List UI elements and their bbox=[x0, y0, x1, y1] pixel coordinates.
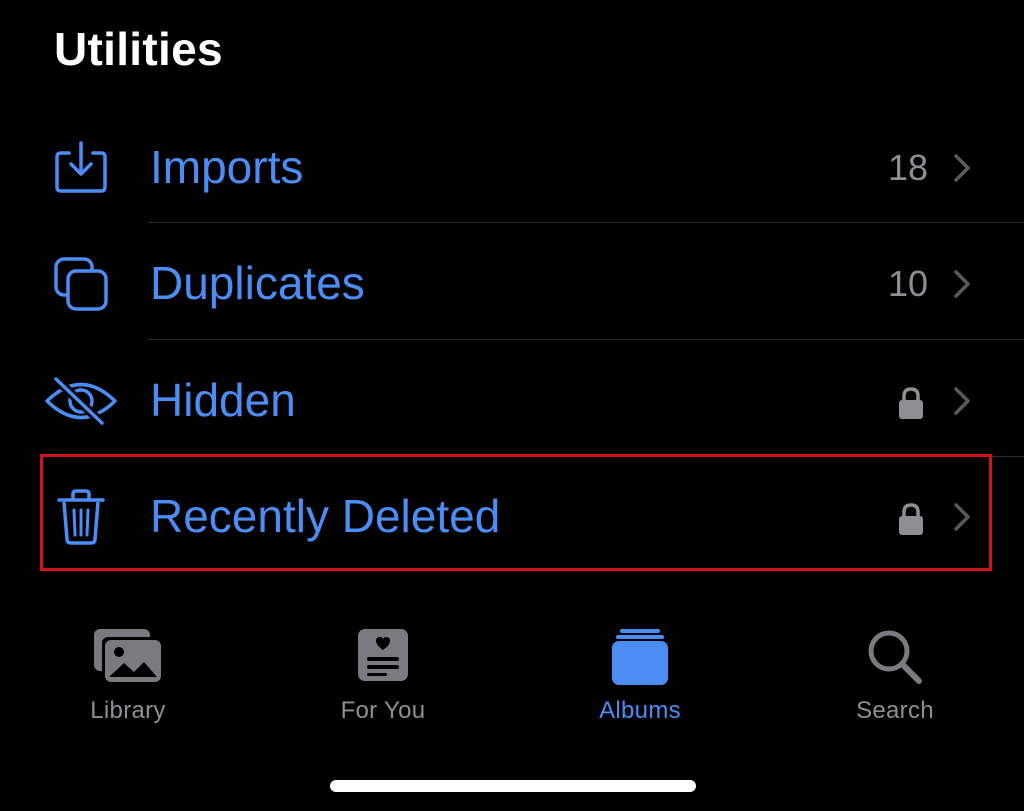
tab-label: For You bbox=[340, 697, 426, 724]
row-label: Imports bbox=[150, 141, 304, 193]
utility-row-duplicates[interactable]: Duplicates 10 bbox=[0, 225, 1024, 342]
tab-search[interactable]: Search bbox=[795, 615, 995, 745]
chevron-right-icon bbox=[952, 269, 972, 299]
eye-slash-icon bbox=[44, 364, 118, 438]
import-tray-icon bbox=[44, 131, 118, 205]
for-you-icon bbox=[356, 627, 410, 688]
row-count: 18 bbox=[887, 147, 928, 188]
tab-albums[interactable]: Albums bbox=[540, 615, 740, 745]
lock-icon bbox=[896, 386, 926, 420]
row-count: 10 bbox=[887, 263, 928, 304]
albums-icon bbox=[610, 627, 670, 692]
highlight-box bbox=[40, 454, 992, 571]
search-icon bbox=[865, 627, 925, 692]
section-title: Utilities bbox=[54, 23, 223, 75]
utility-row-hidden[interactable]: Hidden bbox=[0, 342, 1024, 459]
duplicates-icon bbox=[44, 247, 118, 321]
row-label: Duplicates bbox=[150, 257, 365, 309]
tab-bar: Library For You Albums Search bbox=[0, 615, 1024, 745]
tab-library[interactable]: Library bbox=[28, 615, 228, 745]
row-label: Hidden bbox=[150, 374, 296, 426]
home-indicator[interactable] bbox=[330, 780, 696, 792]
photo-library-icon bbox=[92, 627, 164, 690]
divider bbox=[148, 222, 1024, 223]
tab-for-you[interactable]: For You bbox=[283, 615, 483, 745]
tab-label: Library bbox=[90, 697, 166, 724]
tab-label: Search bbox=[856, 697, 934, 724]
divider bbox=[148, 339, 1024, 340]
tab-label: Albums bbox=[599, 697, 681, 724]
utility-row-imports[interactable]: Imports 18 bbox=[0, 109, 1024, 226]
chevron-right-icon bbox=[952, 386, 972, 416]
chevron-right-icon bbox=[952, 153, 972, 183]
